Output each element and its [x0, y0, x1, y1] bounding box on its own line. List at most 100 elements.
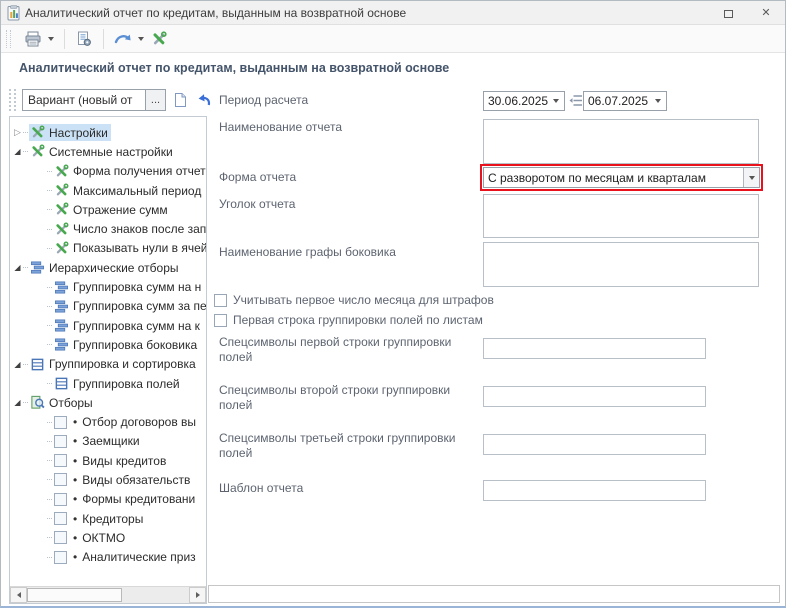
special-chars-1-input[interactable]	[483, 338, 706, 359]
tree-item[interactable]: Показывать нули в ячей	[10, 239, 206, 258]
scrollbar-thumb[interactable]	[27, 588, 122, 602]
variant-row: Вариант (новый от ...	[9, 89, 214, 111]
variant-input[interactable]: Вариант (новый от	[22, 89, 146, 111]
service-dropdown-button[interactable]	[135, 27, 147, 51]
toolbar	[1, 25, 786, 53]
toolbar-separator	[103, 29, 104, 49]
bullet-icon: •	[73, 473, 77, 487]
drag-grip-icon[interactable]	[9, 89, 16, 111]
print-dropdown-button[interactable]	[45, 27, 57, 51]
expander-expanded-icon[interactable]: ◢	[12, 263, 23, 272]
settings-icon	[54, 222, 69, 237]
variant-browse-button[interactable]: ...	[146, 89, 166, 111]
checkbox-icon[interactable]	[54, 531, 67, 544]
period-from-dropdown[interactable]: 30.06.2025	[483, 91, 565, 111]
toolbar-grip[interactable]	[6, 30, 11, 48]
checkbox-icon[interactable]	[54, 551, 67, 564]
first-day-checkbox[interactable]	[214, 294, 227, 307]
tree-item[interactable]: ◢Отборы	[10, 393, 206, 412]
tree-connector	[47, 171, 52, 172]
report-name-textarea[interactable]	[483, 119, 759, 164]
tree-item[interactable]: •Заемщики	[10, 432, 206, 451]
tree-item-label: Аналитические приз	[82, 550, 195, 564]
tree-item[interactable]: Группировка сумм на н	[10, 277, 206, 296]
report-form-dropdown[interactable]: С разворотом по месяцам и кварталам	[483, 167, 760, 188]
tree-item-label: Показывать нули в ячей	[73, 241, 206, 255]
first-row-checkbox-label: Первая строка группировки полей по листа…	[233, 313, 483, 328]
checkbox-icon[interactable]	[54, 435, 67, 448]
maximize-button[interactable]	[717, 4, 739, 22]
scroll-right-button[interactable]	[189, 587, 206, 603]
report-window: Аналитический отчет по кредитам, выданны…	[0, 0, 786, 608]
maximize-icon	[724, 10, 733, 18]
checkbox-icon[interactable]	[54, 473, 67, 486]
tree-item[interactable]: ◢Системные настройки	[10, 142, 206, 161]
print-button[interactable]	[21, 27, 45, 51]
tree-horizontal-scrollbar[interactable]	[10, 586, 206, 603]
tree-connector	[47, 499, 52, 500]
tree-item-label: Формы кредитовани	[82, 492, 195, 506]
sidebar-column-textarea[interactable]	[483, 242, 759, 287]
bullet-icon: •	[73, 454, 77, 468]
checkbox-icon[interactable]	[54, 454, 67, 467]
tree-item[interactable]: Максимальный период	[10, 181, 206, 200]
tree-item[interactable]: • Виды обязательств	[10, 470, 206, 489]
hierarchy-icon	[30, 260, 45, 275]
tree-item[interactable]: Число знаков после зап	[10, 219, 206, 238]
tree-item[interactable]: ▷Настройки	[10, 123, 206, 142]
undo-icon	[196, 92, 212, 108]
tree-item[interactable]: •Формы кредитовани	[10, 490, 206, 509]
tree-item[interactable]: ◢Группировка и сортировка	[10, 355, 206, 374]
tree-item[interactable]: Отражение сумм	[10, 200, 206, 219]
expander-expanded-icon[interactable]: ◢	[12, 360, 23, 369]
tree-item[interactable]: Форма получения отчет	[10, 162, 206, 181]
checkbox-icon[interactable]	[54, 416, 67, 429]
tree-item[interactable]: •ОКТМО	[10, 528, 206, 547]
tree-item[interactable]: Группировка сумм за пе	[10, 297, 206, 316]
tree-item-label: Отражение сумм	[73, 203, 168, 217]
tree-item-label: Виды обязательств	[82, 473, 190, 487]
tree-item[interactable]: Группировка сумм на к	[10, 316, 206, 335]
tree-item[interactable]: •Виды кредитов	[10, 451, 206, 470]
tree-connector	[47, 537, 52, 538]
settings-tree: ▷Настройки◢Системные настройкиФорма полу…	[10, 123, 206, 585]
undo-variant-button[interactable]	[194, 90, 214, 110]
tree-connector	[47, 190, 52, 191]
report-template-input[interactable]	[483, 480, 706, 501]
tree-item[interactable]: ◢Иерархические отборы	[10, 258, 206, 277]
expander-expanded-icon[interactable]: ◢	[12, 398, 23, 407]
settings-icon	[54, 183, 69, 198]
expander-expanded-icon[interactable]: ◢	[12, 147, 23, 156]
close-button[interactable]: ✕	[755, 4, 777, 22]
special-chars-3-input[interactable]	[483, 434, 706, 455]
tree-item[interactable]: •Кредиторы	[10, 509, 206, 528]
chevron-down-icon	[48, 37, 54, 41]
bottom-field-input[interactable]	[208, 585, 780, 603]
tree-connector	[47, 557, 52, 558]
report-settings-button[interactable]	[72, 27, 96, 51]
first-row-checkbox[interactable]	[214, 314, 227, 327]
hierarchy-icon	[54, 337, 69, 352]
checkbox-icon[interactable]	[54, 493, 67, 506]
service-button[interactable]	[111, 27, 135, 51]
period-list-icon[interactable]	[569, 94, 583, 108]
tree-item[interactable]: Группировка полей	[10, 374, 206, 393]
settings-icon	[54, 202, 69, 217]
tree-item[interactable]: •Отбор договоров вы	[10, 412, 206, 431]
field-label-report-form: Форма отчета	[219, 170, 296, 185]
tools-button[interactable]	[147, 27, 171, 51]
special-chars-2-input[interactable]	[483, 386, 706, 407]
tree-item[interactable]: •Аналитические приз	[10, 548, 206, 567]
period-to-dropdown[interactable]: 06.07.2025	[583, 91, 667, 111]
tree-item-label: Кредиторы	[82, 512, 143, 526]
tree-connector	[23, 132, 28, 133]
tree-item[interactable]: Группировка боковика	[10, 335, 206, 354]
new-variant-button[interactable]	[170, 90, 190, 110]
period-from-value: 30.06.2025	[484, 94, 548, 108]
tree-connector	[23, 364, 28, 365]
scroll-left-button[interactable]	[10, 587, 27, 603]
tree-connector	[47, 344, 52, 345]
expander-collapsed-icon[interactable]: ▷	[12, 127, 23, 138]
report-corner-textarea[interactable]	[483, 194, 759, 238]
checkbox-icon[interactable]	[54, 512, 67, 525]
